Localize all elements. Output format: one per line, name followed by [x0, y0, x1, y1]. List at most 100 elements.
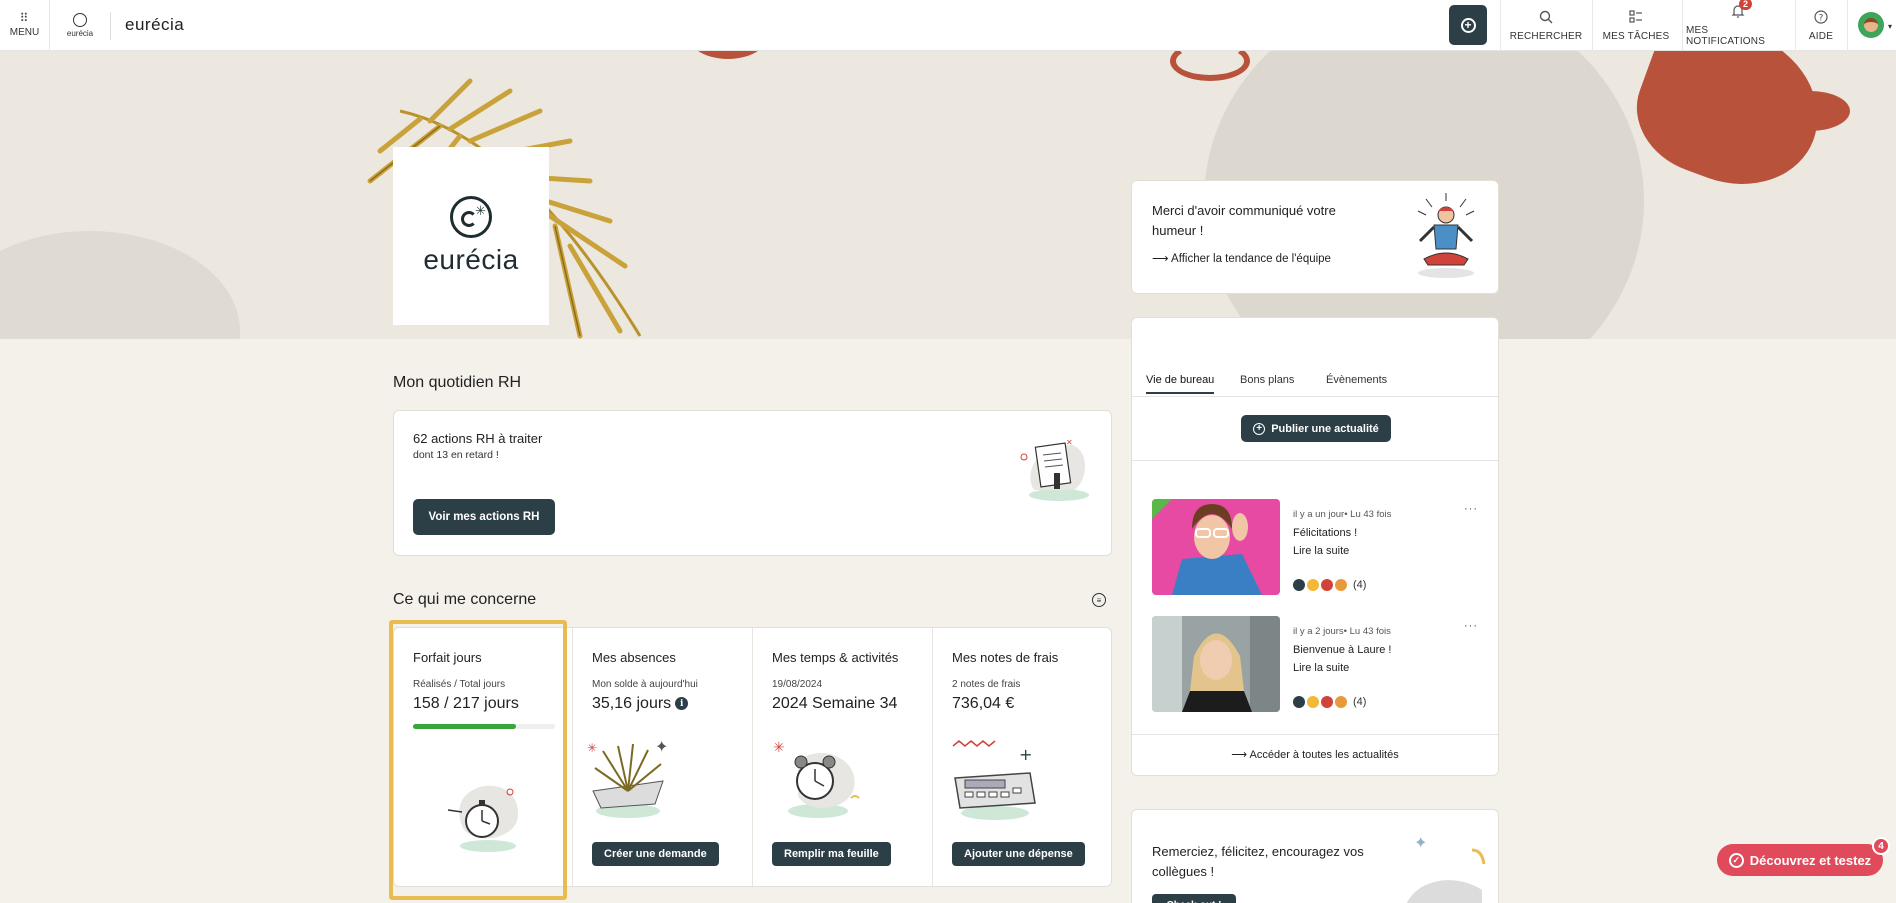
- heart-icon: [1321, 696, 1333, 708]
- help-label: AIDE: [1808, 30, 1834, 42]
- svg-text:✳: ✳: [587, 741, 597, 755]
- post-thumbnail[interactable]: [1152, 616, 1280, 712]
- kudos-button[interactable]: Check-out !: [1152, 894, 1236, 903]
- more-options-icon[interactable]: ···: [1464, 503, 1478, 515]
- publish-news-label: Publier une actualité: [1271, 422, 1379, 435]
- tasks-button[interactable]: MES TÂCHES: [1596, 0, 1676, 51]
- divider: [1847, 0, 1848, 51]
- svg-text:✦: ✦: [655, 737, 668, 756]
- tab-bons-plans[interactable]: Bons plans: [1240, 374, 1294, 392]
- small-logo-text: eurécia: [66, 28, 94, 38]
- decor-shape: [0, 231, 240, 339]
- post-reactions[interactable]: (4): [1293, 696, 1366, 708]
- discover-and-test-button[interactable]: ✓ Découvrez et testez: [1717, 844, 1883, 876]
- tile-value-wrap: 35,16 jours i: [592, 695, 689, 713]
- info-icon[interactable]: i: [675, 697, 689, 711]
- tile-value: 2024 Semaine 34: [772, 695, 898, 712]
- more-options-icon[interactable]: ···: [1464, 620, 1478, 632]
- all-news-label: Accéder à toutes les actualités: [1249, 749, 1399, 761]
- clap-icon: [1335, 579, 1347, 591]
- help-icon: ?: [1814, 9, 1828, 28]
- rh-actions-count: 62 actions RH à traiter: [413, 431, 543, 446]
- tile-subtitle: Mon solde à aujourd'hui: [592, 679, 698, 690]
- discover-label: Découvrez et testez: [1749, 852, 1872, 868]
- menu-button[interactable]: ⠿ MENU: [0, 0, 50, 51]
- eurecia-small-logo[interactable]: eurécia: [56, 8, 104, 42]
- avatar-face-icon: [1864, 18, 1878, 32]
- top-bar: ⠿ MENU eurécia eurécia + RECHERCHER MES …: [0, 0, 1896, 51]
- chevron-down-icon[interactable]: ▾: [1888, 22, 1892, 31]
- reactions-count: (4): [1353, 696, 1367, 708]
- menu-label: MENU: [9, 27, 40, 38]
- arrow-right-icon: ⟶: [1152, 253, 1172, 265]
- section-title-rh: Mon quotidien RH: [393, 374, 522, 391]
- tile-notes-de-frais[interactable]: Mes notes de frais 2 notes de frais 736,…: [933, 628, 1113, 888]
- search-label: RECHERCHER: [1509, 30, 1583, 42]
- kudos-text: Remerciez, félicitez, encouragez vos col…: [1152, 844, 1364, 879]
- publish-news-button[interactable]: + Publier une actualité: [1241, 415, 1391, 442]
- tile-value: 736,04 €: [952, 695, 1015, 712]
- plus-circle-icon: +: [1460, 17, 1476, 33]
- news-post[interactable]: il y a un jour• Lu 43 fois Félicitations…: [1152, 499, 1482, 595]
- section-title-concerne: Ce qui me concerne: [393, 591, 537, 608]
- calculator-illustration: +: [952, 740, 1036, 820]
- tile-value: 158 / 217 jours: [413, 695, 519, 712]
- tile-forfait-jours[interactable]: Forfait jours Réalisés / Total jours 158…: [394, 628, 573, 888]
- divider: [1132, 460, 1498, 461]
- alarm-clock-illustration: ✳: [773, 740, 860, 818]
- search-button[interactable]: RECHERCHER: [1506, 0, 1586, 51]
- discover-count-badge: 4: [1872, 837, 1890, 855]
- divider: [1592, 0, 1593, 51]
- user-avatar[interactable]: [1858, 12, 1884, 38]
- read-more-link[interactable]: Lire la suite: [1293, 545, 1349, 557]
- checklist-icon: [1629, 9, 1643, 28]
- post-reactions[interactable]: (4): [1293, 579, 1366, 591]
- logo-mark-icon: [73, 12, 87, 27]
- search-icon: [1539, 10, 1553, 28]
- news-post[interactable]: il y a 2 jours• Lu 43 fois Bienvenue à L…: [1152, 616, 1482, 712]
- company-logo-card: eurécia: [393, 147, 549, 325]
- team-trend-label: Afficher la tendance de l'équipe: [1171, 253, 1331, 265]
- add-expense-button[interactable]: Ajouter une dépense: [952, 842, 1085, 866]
- notifications-button[interactable]: 2 MES NOTIFICATIONS: [1686, 0, 1790, 51]
- concerne-tiles: Forfait jours Réalisés / Total jours 158…: [393, 627, 1113, 888]
- view-rh-actions-button[interactable]: Voir mes actions RH: [413, 499, 555, 535]
- create-absence-request-button[interactable]: Créer une demande: [592, 842, 719, 866]
- customize-icon[interactable]: ≡: [1092, 593, 1106, 607]
- divider: [1500, 0, 1501, 51]
- kudos-card: Remerciez, félicitez, encouragez vos col…: [1131, 809, 1499, 903]
- notifications-label: MES NOTIFICATIONS: [1686, 25, 1766, 47]
- grid-icon: ⠿: [19, 11, 30, 25]
- post-meta: il y a 2 jours• Lu 43 fois: [1293, 626, 1391, 637]
- quick-add-button[interactable]: +: [1449, 5, 1487, 45]
- hero-banner: eurécia: [0, 51, 1896, 339]
- tile-title: Mes absences: [592, 650, 676, 665]
- fill-timesheet-button[interactable]: Remplir ma feuille: [772, 842, 891, 866]
- help-button[interactable]: ? AIDE: [1800, 0, 1842, 51]
- tile-temps-activites[interactable]: Mes temps & activités 19/08/2024 2024 Se…: [753, 628, 933, 888]
- tab-vie-de-bureau[interactable]: Vie de bureau: [1146, 374, 1215, 394]
- divider: [1132, 396, 1498, 397]
- brand-name: eurécia: [125, 15, 185, 34]
- clap-icon: [1335, 696, 1347, 708]
- tile-subtitle: 19/08/2024: [772, 679, 823, 690]
- forfait-progress-bar: [413, 724, 555, 729]
- team-trend-link[interactable]: ⟶ Afficher la tendance de l'équipe: [1152, 251, 1331, 265]
- laugh-emoji-icon: [1307, 696, 1319, 708]
- meditating-person-illustration: [1417, 193, 1475, 278]
- heart-icon: [1321, 579, 1333, 591]
- tile-title: Mes temps & activités: [772, 650, 899, 665]
- tile-mes-absences[interactable]: Mes absences Mon solde à aujourd'hui 35,…: [573, 628, 753, 888]
- tab-evenements[interactable]: Évènements: [1326, 374, 1387, 392]
- svg-text:+: +: [1019, 745, 1032, 764]
- svg-text:?: ?: [1819, 13, 1824, 23]
- post-thumbnail[interactable]: [1152, 499, 1280, 595]
- tile-title: Mes notes de frais: [952, 650, 1059, 665]
- read-more-link[interactable]: Lire la suite: [1293, 662, 1349, 674]
- tasks-label: MES TÂCHES: [1602, 30, 1670, 42]
- progress-fill: [413, 724, 517, 729]
- eurecia-logo-icon: [450, 196, 492, 238]
- all-news-link[interactable]: ⟶ Accéder à toutes les actualités: [1132, 748, 1498, 761]
- decor-shape: [1770, 91, 1850, 131]
- svg-text:✳: ✳: [773, 740, 785, 756]
